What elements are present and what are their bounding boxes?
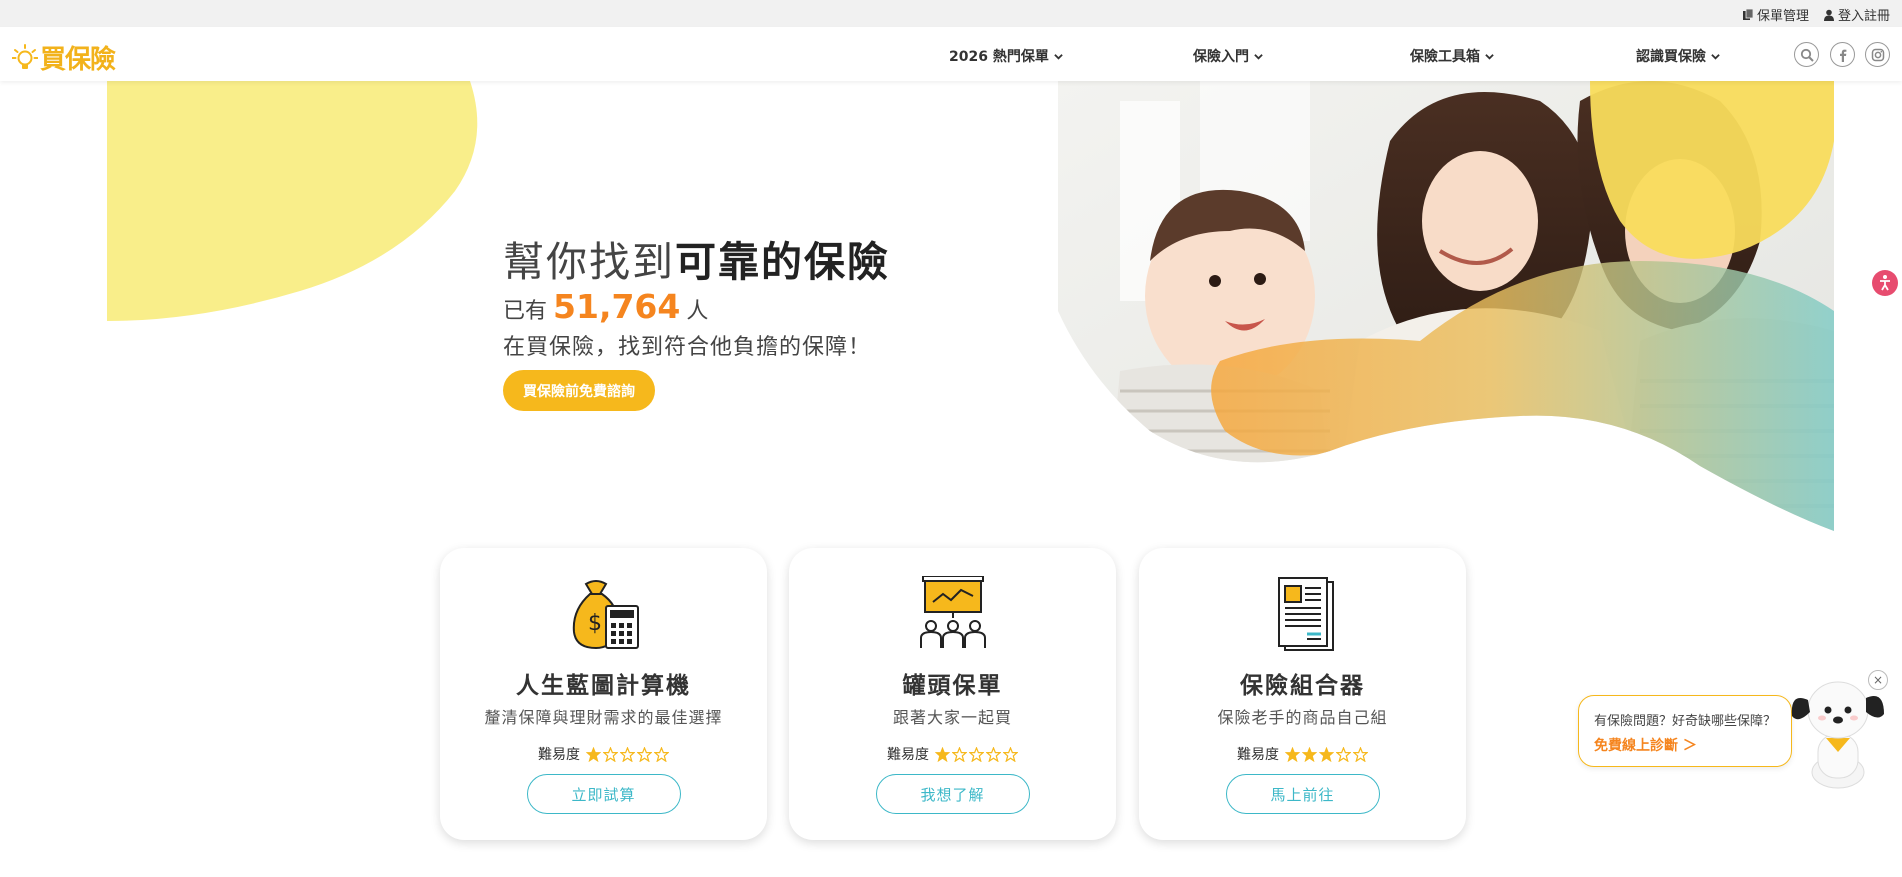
chat-prompt-bubble: 有保險問題？好奇缺哪些保障？ 免費線上診斷 ＞ <box>1578 695 1792 767</box>
chevron-down-icon <box>1054 53 1063 60</box>
difficulty-rating: 難易度 <box>440 744 767 764</box>
facebook-button[interactable] <box>1830 42 1855 67</box>
count-prefix: 已有 <box>503 299 548 324</box>
yellow-blob-left <box>107 81 478 321</box>
hero-background-art <box>107 81 1834 531</box>
try-now-button[interactable]: 立即試算 <box>526 774 681 814</box>
difficulty-label: 難易度 <box>1237 747 1279 763</box>
star-empty-icon <box>1003 746 1018 762</box>
free-diagnosis-link[interactable]: 免費線上診斷 ＞ <box>1594 735 1697 755</box>
star-empty-icon <box>620 746 635 762</box>
star-empty-icon <box>952 746 967 762</box>
star-empty-icon <box>654 746 669 762</box>
search-button[interactable] <box>1794 42 1819 67</box>
presentation-audience-icon <box>919 576 986 648</box>
card-canned-policy: 罐頭保單 跟著大家一起買 難易度 我想了解 <box>789 548 1116 840</box>
policy-manage-link[interactable]: 保單管理 <box>1742 5 1809 24</box>
free-consult-button[interactable]: 買保險前免費諮詢 <box>503 370 655 411</box>
chevron-down-icon <box>1254 53 1263 60</box>
accessibility-icon <box>1880 275 1890 291</box>
star-filled-icon <box>1285 746 1300 762</box>
card-life-blueprint: $ 人生藍圖計算機 釐清保障與理財需求的最佳選擇 難易度 立即試算 <box>440 548 767 840</box>
star-empty-icon <box>603 746 618 762</box>
card-title: 人生藍圖計算機 <box>516 673 691 699</box>
learn-more-button[interactable]: 我想了解 <box>875 774 1030 814</box>
count-suffix: 人 <box>686 299 709 324</box>
count-value: 51,764 <box>553 287 681 326</box>
nav-hot-policies-label: 2026 熱門保單 <box>949 49 1049 65</box>
go-now-button[interactable]: 馬上前往 <box>1225 774 1380 814</box>
site-logo[interactable]: 買保險 <box>12 39 116 76</box>
star-filled-icon <box>1302 746 1317 762</box>
difficulty-label: 難易度 <box>887 747 929 763</box>
star-empty-icon <box>1353 746 1368 762</box>
main-navbar: 買保險 2026 熱門保單 保險入門 保險工具箱 認識買保險 <box>0 27 1902 81</box>
hero-subtitle: 在買保險，找到符合他負擔的保障！ <box>503 335 872 360</box>
nav-hot-policies[interactable]: 2026 熱門保單 <box>949 46 1063 66</box>
accessibility-button[interactable] <box>1872 270 1898 296</box>
star-filled-icon <box>1319 746 1334 762</box>
hero-title-bold: 可靠的保險 <box>675 238 890 286</box>
nav-insurance-basics-label: 保險入門 <box>1193 49 1249 65</box>
hero-title: 幫你找到可靠的保險 <box>503 228 890 288</box>
hero-title-light: 幫你找到 <box>503 238 675 286</box>
document-icon <box>1743 8 1754 20</box>
difficulty-label: 難易度 <box>538 747 580 763</box>
card-description: 跟著大家一起買 <box>892 708 1012 727</box>
star-empty-icon <box>637 746 652 762</box>
document-icon <box>1277 577 1334 651</box>
chevron-down-icon <box>1485 53 1494 60</box>
star-filled-icon <box>586 746 601 762</box>
card-insurance-combiner: 保險組合器 保險老手的商品自己組 難易度 馬上前往 <box>1139 548 1466 840</box>
star-empty-icon <box>986 746 1001 762</box>
chevron-down-icon <box>1711 53 1720 60</box>
login-link[interactable]: 登入註冊 <box>1823 5 1890 24</box>
card-title: 保險組合器 <box>1240 673 1365 699</box>
chat-question: 有保險問題？好奇缺哪些保障？ <box>1594 714 1777 729</box>
nav-insurance-toolbox[interactable]: 保險工具箱 <box>1410 46 1494 66</box>
top-utility-bar: 保單管理 登入註冊 <box>0 0 1902 27</box>
login-label: 登入註冊 <box>1838 9 1891 24</box>
star-filled-icon <box>935 746 950 762</box>
policy-manage-label: 保單管理 <box>1757 9 1810 24</box>
nav-insurance-toolbox-label: 保險工具箱 <box>1410 49 1480 65</box>
nav-insurance-basics[interactable]: 保險入門 <box>1193 46 1263 66</box>
difficulty-rating: 難易度 <box>1139 744 1466 764</box>
nav-about-label: 認識買保險 <box>1636 49 1706 65</box>
money-bag-calculator-icon: $ <box>572 580 639 650</box>
facebook-icon <box>1839 49 1846 62</box>
card-description: 保險老手的商品自己組 <box>1217 708 1388 727</box>
search-icon <box>1800 48 1814 62</box>
member-count: 已有 51,764 人 <box>503 287 708 326</box>
chat-close-button[interactable]: × <box>1868 670 1888 690</box>
svg-text:$: $ <box>588 611 602 636</box>
star-empty-icon <box>969 746 984 762</box>
nav-about[interactable]: 認識買保險 <box>1636 46 1720 66</box>
star-empty-icon <box>1336 746 1351 762</box>
hero-section: 幫你找到可靠的保險 已有 51,764 人 在買保險，找到符合他負擔的保障！ 買… <box>0 81 1902 541</box>
logo-text: 買保險 <box>40 45 116 75</box>
card-description: 釐清保障與理財需求的最佳選擇 <box>484 708 723 727</box>
user-icon <box>1824 9 1834 21</box>
card-title: 罐頭保單 <box>902 673 1003 699</box>
instagram-button[interactable] <box>1865 42 1890 67</box>
difficulty-rating: 難易度 <box>789 744 1116 764</box>
lightbulb-logo-icon <box>12 43 38 69</box>
instagram-icon <box>1871 48 1884 61</box>
